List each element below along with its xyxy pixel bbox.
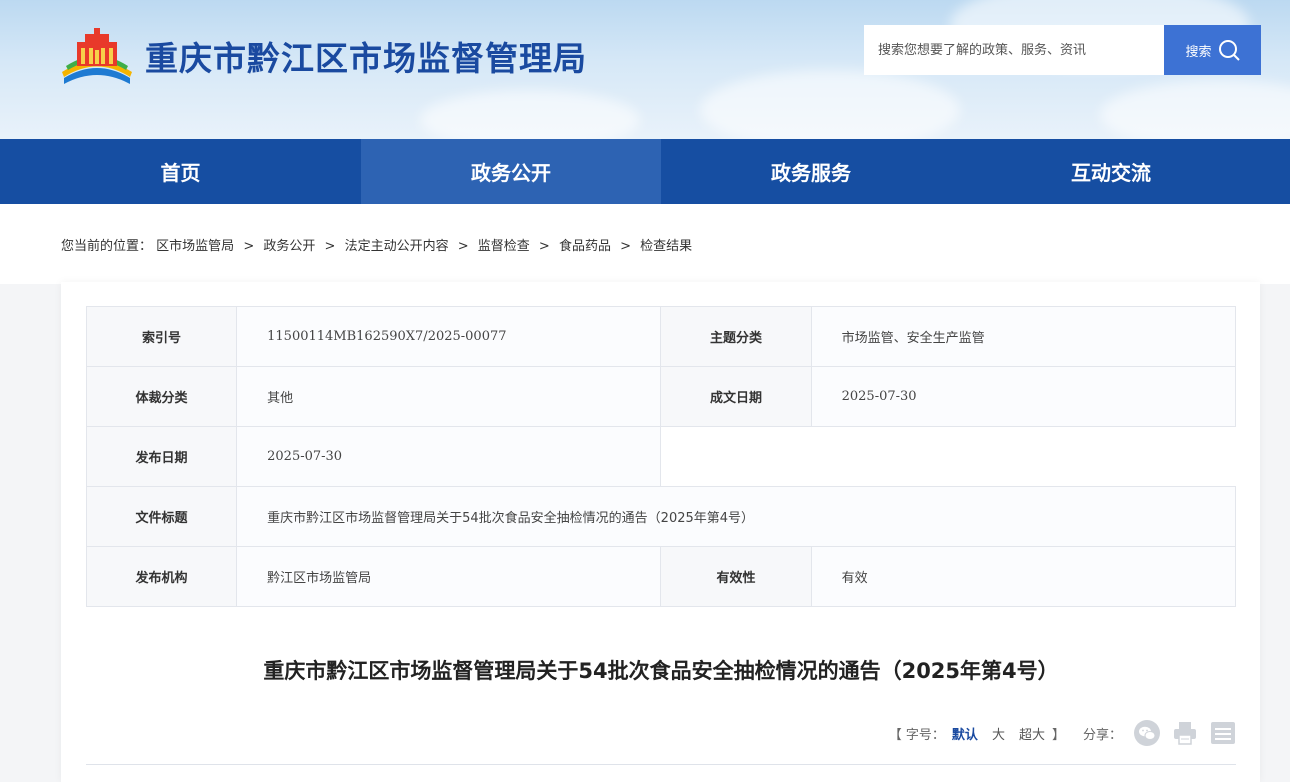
empty-cell <box>660 426 1236 487</box>
nav-item-home[interactable]: 首页 <box>0 139 361 204</box>
breadcrumb-separator: > <box>620 239 632 254</box>
breadcrumb-link-supervision[interactable]: 监督检查 <box>478 239 530 254</box>
written-date-value: 2025-07-30 <box>810 366 1237 427</box>
main-nav: 首页 政务公开 政务服务 互动交流 <box>0 139 1290 204</box>
search-button[interactable]: 搜索 <box>1164 25 1261 75</box>
search-input[interactable] <box>864 25 1164 75</box>
genre-label: 体裁分类 <box>85 366 238 427</box>
file-title-value: 重庆市黔江区市场监督管理局关于54批次食品安全抽检情况的通告（2025年第4号） <box>236 486 1236 547</box>
document-metadata-table: 索引号 11500114MB162590X7/2025-00077 主题分类 市… <box>85 306 1237 607</box>
breadcrumb-separator: > <box>324 239 336 254</box>
document-icon <box>1211 722 1235 744</box>
font-size-suffix: 】 <box>1051 727 1065 743</box>
search-icon <box>1218 40 1240 61</box>
topic-value: 市场监管、安全生产监管 <box>810 306 1237 367</box>
index-number-value: 11500114MB162590X7/2025-00077 <box>236 306 662 367</box>
nav-item-interaction[interactable]: 互动交流 <box>961 139 1261 204</box>
article-tools: 【 字号： 默认 大 超大 】 分享： <box>889 720 1236 746</box>
wechat-icon <box>1134 720 1160 746</box>
print-button[interactable] <box>1172 720 1198 746</box>
wechat-share-button[interactable] <box>1134 720 1160 746</box>
topic-label: 主题分类 <box>660 306 812 367</box>
issuer-value: 黔江区市场监管局 <box>236 546 662 607</box>
font-size-prefix: 【 字号： <box>888 727 945 743</box>
nav-item-government-services[interactable]: 政务服务 <box>661 139 961 204</box>
font-size-large-button[interactable]: 大 <box>992 724 1005 743</box>
breadcrumb-link-inspection-results[interactable]: 检查结果 <box>640 239 692 254</box>
breadcrumb-separator: > <box>243 239 255 254</box>
genre-value: 其他 <box>236 366 662 427</box>
breadcrumb-link-food-drugs[interactable]: 食品药品 <box>559 239 611 254</box>
font-size-default-button[interactable]: 默认 <box>952 724 978 743</box>
nav-item-government-affairs[interactable]: 政务公开 <box>361 139 661 204</box>
printer-icon <box>1174 722 1196 745</box>
issuer-label: 发布机构 <box>85 546 238 607</box>
breadcrumb-link-market-bureau[interactable]: 区市场监管局 <box>156 239 234 254</box>
breadcrumb-separator: > <box>457 239 469 254</box>
breadcrumb-separator: > <box>538 239 550 254</box>
validity-label: 有效性 <box>660 546 812 607</box>
breadcrumb-link-government-affairs[interactable]: 政务公开 <box>263 239 315 254</box>
breadcrumb-link-statutory-disclosure[interactable]: 法定主动公开内容 <box>345 239 449 254</box>
government-emblem-logo[interactable] <box>60 28 134 86</box>
file-title-label: 文件标题 <box>85 486 238 547</box>
site-title[interactable]: 重庆市黔江区市场监督管理局 <box>145 32 587 80</box>
site-header: 重庆市黔江区市场监督管理局 搜索 <box>0 0 1290 139</box>
share-label: 分享： <box>1082 727 1122 743</box>
index-number-label: 索引号 <box>85 306 238 367</box>
article-title: 重庆市黔江区市场监督管理局关于54批次食品安全抽检情况的通告（2025年第4号） <box>263 659 1059 683</box>
breadcrumb-prefix: 您当前的位置： <box>61 239 153 254</box>
breadcrumb: 您当前的位置： 区市场监管局 > 政务公开 > 法定主动公开内容 > 监督检查 … <box>61 235 692 254</box>
font-size-xlarge-button[interactable]: 超大 <box>1019 724 1045 743</box>
publish-date-label: 发布日期 <box>85 426 238 487</box>
search-button-label: 搜索 <box>1185 44 1212 60</box>
written-date-label: 成文日期 <box>660 366 812 427</box>
validity-value: 有效 <box>810 546 1237 607</box>
divider <box>86 764 1236 765</box>
close-window-button[interactable] <box>1210 720 1236 746</box>
publish-date-value: 2025-07-30 <box>236 426 662 487</box>
